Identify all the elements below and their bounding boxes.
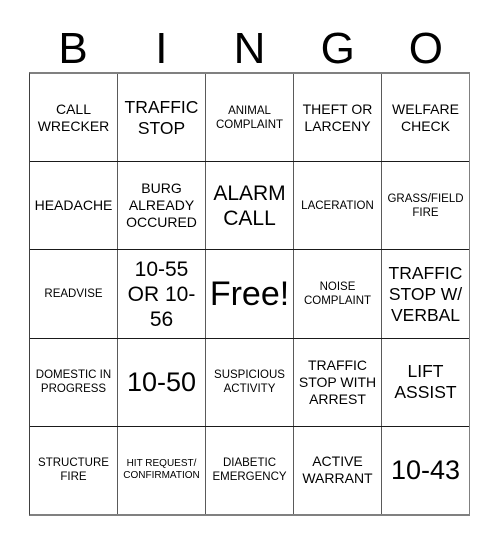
bingo-cell-label: LIFT ASSIST <box>394 361 457 403</box>
bingo-cell-label: HIT REQUEST/ CONFIRMATION <box>123 458 200 482</box>
bingo-cell[interactable]: STRUCTURE FIRE <box>30 427 117 514</box>
bingo-cell-label: TRAFFIC STOP WITH ARREST <box>298 356 377 407</box>
bingo-cell[interactable]: DOMESTIC IN PROGRESS <box>30 339 117 426</box>
bingo-cell-label: HEADACHE <box>34 197 113 214</box>
bingo-cell-label: Free! <box>209 275 290 313</box>
bingo-cell-label: ACTIVE WARRANT <box>302 453 373 487</box>
bingo-cell[interactable]: ALARM CALL <box>205 162 293 250</box>
bingo-cell[interactable]: GRASS/FIELD FIRE <box>381 162 469 250</box>
bingo-cell-label: WELFARE CHECK <box>392 100 459 134</box>
bingo-cell-label: THEFT OR LARCENY <box>302 100 373 134</box>
bingo-cell-free-space[interactable]: Free! <box>205 250 293 338</box>
bingo-cell[interactable]: ANIMAL COMPLAINT <box>205 74 293 162</box>
bingo-cell-label: LACERATION <box>301 199 374 212</box>
bingo-cell-label: ALARM CALL <box>213 181 286 230</box>
header-letter-b: B <box>58 24 88 73</box>
bingo-cell-label: ANIMAL COMPLAINT <box>215 104 284 131</box>
bingo-cell[interactable]: 10-50 <box>117 338 205 426</box>
bingo-cell[interactable]: DIABETIC EMERGENCY <box>205 426 293 515</box>
bingo-cell-label: BURG ALREADY OCCURED <box>126 180 197 231</box>
header-letter-n: N <box>233 24 266 73</box>
bingo-cell[interactable]: READVISE <box>30 250 117 337</box>
bingo-cell[interactable]: WELFARE CHECK <box>381 74 469 162</box>
bingo-cell-label: NOISE COMPLAINT <box>303 281 372 307</box>
bingo-row: READVISE 10-55 OR 10-56 Free! NOISE COMP… <box>30 249 469 338</box>
bingo-cell[interactable]: HIT REQUEST/ CONFIRMATION <box>117 426 205 515</box>
bingo-cell-label: STRUCTURE FIRE <box>38 457 109 484</box>
bingo-cell[interactable]: TRAFFIC STOP WITH ARREST <box>293 338 381 426</box>
bingo-cell[interactable]: CALL WRECKER <box>30 74 117 161</box>
bingo-cell[interactable]: LACERATION <box>293 162 381 250</box>
bingo-cell-label: CALL WRECKER <box>37 100 110 134</box>
bingo-cell[interactable]: NOISE COMPLAINT <box>293 250 381 338</box>
bingo-cell-label: TRAFFIC STOP W/ VERBAL <box>388 262 463 325</box>
bingo-cell[interactable]: TRAFFIC STOP W/ VERBAL <box>381 250 469 338</box>
bingo-cell-label: 10-55 OR 10-56 <box>127 257 196 331</box>
bingo-cell[interactable]: 10-55 OR 10-56 <box>117 250 205 338</box>
header-letter-o: O <box>408 24 444 73</box>
header-letter-i: I <box>155 24 168 73</box>
bingo-card: B I N G O CALL WRECKER TRAFFIC STOP ANIM… <box>0 0 500 544</box>
bingo-cell[interactable]: ACTIVE WARRANT <box>293 426 381 515</box>
bingo-cell-label: GRASS/FIELD FIRE <box>387 192 464 219</box>
bingo-row: HEADACHE BURG ALREADY OCCURED ALARM CALL… <box>30 161 469 250</box>
bingo-cell-label: SUSPICIOUS ACTIVITY <box>214 369 285 396</box>
bingo-cell-label: 10-43 <box>390 454 461 485</box>
bingo-cell[interactable]: THEFT OR LARCENY <box>293 74 381 162</box>
bingo-row: STRUCTURE FIRE HIT REQUEST/ CONFIRMATION… <box>30 425 469 515</box>
bingo-cell-label: 10-50 <box>126 366 197 397</box>
bingo-cell-label: TRAFFIC STOP <box>124 96 199 138</box>
bingo-header: B I N G O <box>29 16 470 72</box>
bingo-cell-label: DIABETIC EMERGENCY <box>212 457 287 484</box>
bingo-row: DOMESTIC IN PROGRESS 10-50 SUSPICIOUS AC… <box>30 337 469 426</box>
bingo-cell[interactable]: 10-43 <box>381 426 469 515</box>
header-letter-g: G <box>320 24 355 73</box>
bingo-cell-label: DOMESTIC IN PROGRESS <box>35 369 112 396</box>
bingo-grid: CALL WRECKER TRAFFIC STOP ANIMAL COMPLAI… <box>29 72 470 516</box>
bingo-cell[interactable]: BURG ALREADY OCCURED <box>117 162 205 250</box>
bingo-cell-label: READVISE <box>44 288 103 300</box>
bingo-cell[interactable]: LIFT ASSIST <box>381 338 469 426</box>
bingo-cell[interactable]: HEADACHE <box>30 162 117 249</box>
bingo-row: CALL WRECKER TRAFFIC STOP ANIMAL COMPLAI… <box>30 74 469 162</box>
bingo-cell[interactable]: SUSPICIOUS ACTIVITY <box>205 338 293 426</box>
bingo-cell[interactable]: TRAFFIC STOP <box>117 74 205 162</box>
